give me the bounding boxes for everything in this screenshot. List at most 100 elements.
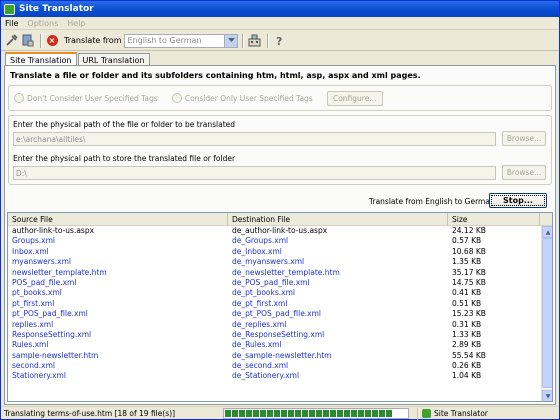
table-row[interactable]: second.xml de_second.xml 0.26 KB — [8, 361, 541, 371]
dest-path-label: Enter the physical path to store the tra… — [13, 154, 236, 163]
dest-browse-button[interactable]: Browse... — [502, 165, 546, 180]
column-header-destination[interactable]: Destination File — [228, 213, 448, 225]
radio-consider-only-tags[interactable]: Consider Only User Specified Tags — [171, 93, 313, 103]
table-row[interactable]: Stationery.xml de_Stationery.xml 1.04 KB — [8, 371, 541, 381]
tab-site-translation[interactable]: Site Translation — [5, 52, 77, 66]
table-row[interactable]: Inbox.xml de_Inbox.xml 10.68 KB — [8, 247, 541, 257]
column-header-source[interactable]: Source File — [8, 213, 228, 225]
source-file-cell: Stationery.xml — [12, 371, 66, 381]
source-path-input[interactable]: e:\archana\alltiles\ — [13, 132, 496, 146]
progress-block — [386, 410, 392, 417]
progress-block — [295, 410, 301, 417]
progress-block — [351, 410, 357, 417]
language-pair-select[interactable]: English to German — [124, 33, 239, 48]
radio-consider-only-label: Consider Only User Specified Tags — [184, 93, 313, 103]
source-file-cell: author-link-to-us.aspx — [12, 226, 95, 235]
source-file-cell: Rules.xml — [12, 340, 49, 350]
vertical-scrollbar[interactable]: ▲ ▼ — [541, 226, 552, 401]
menu-file[interactable]: File — [5, 19, 18, 28]
menu-options[interactable]: Options — [27, 19, 58, 28]
svg-text:?: ? — [276, 35, 282, 47]
size-cell: 55.54 KB — [452, 350, 486, 360]
stop-icon[interactable]: × — [45, 34, 59, 48]
table-row[interactable]: sample-newsletter.htm de_sample-newslette… — [8, 351, 541, 361]
size-cell: 0.26 KB — [452, 361, 482, 371]
table-row[interactable]: pt_POS_pad_file.xml de_pt_POS_pad_file.xm… — [8, 309, 541, 319]
progress-block — [372, 410, 378, 417]
table-row[interactable]: newsletter_template.htm de_newsletter_tem… — [8, 268, 541, 278]
app-icon — [4, 3, 15, 15]
size-cell: 1.04 KB — [452, 371, 482, 381]
toolbar-separator — [40, 33, 41, 48]
app-icon — [422, 409, 431, 418]
status-bar: Translating terms-of-use.htm [18 of 19 f… — [1, 406, 559, 420]
progress-block — [225, 410, 231, 417]
stop-button[interactable]: Stop... — [489, 193, 547, 208]
destination-file-cell: de_Groups.xml — [232, 236, 289, 246]
status-app-name: Site Translator — [434, 409, 488, 418]
radio-dont-consider-label: Don't Consider User Specified Tags — [27, 93, 158, 103]
scroll-up-icon[interactable]: ▲ — [542, 226, 552, 238]
paths-group: Enter the physical path of the file or f… — [8, 115, 552, 185]
destination-file-cell: de_ResponseSetting.xml — [232, 329, 325, 339]
column-header-size[interactable]: Size — [448, 213, 540, 225]
destination-file-cell: de_pt_first.xml — [232, 298, 288, 308]
progress-block — [323, 410, 329, 417]
progress-block — [344, 410, 350, 417]
tools-icon[interactable] — [4, 34, 18, 48]
source-browse-button[interactable]: Browse... — [502, 131, 546, 146]
size-cell: 24.12 KB — [452, 226, 486, 235]
dest-path-input[interactable]: D:\ — [13, 166, 496, 180]
progress-block — [246, 410, 252, 417]
progress-block — [337, 410, 343, 417]
table-row[interactable]: myanswers.xml de_myanswers.xml 1.35 KB — [8, 257, 541, 267]
table-row[interactable]: replies.xml de_replies.xml 0.31 KB — [8, 320, 541, 330]
source-file-cell: POS_pad_file.xml — [12, 277, 77, 287]
tag-options-group: Don't Consider User Specified Tags Consi… — [8, 85, 552, 111]
size-cell: 0.57 KB — [452, 236, 482, 246]
help-icon[interactable]: ? — [272, 34, 286, 48]
window-title: Site Translator — [19, 4, 94, 14]
destination-file-cell: de_POS_pad_file.xml — [232, 277, 310, 287]
table-row[interactable]: POS_pad_file.xml de_POS_pad_file.xml 14.75… — [8, 278, 541, 288]
table-row[interactable]: pt_books.xml de_pt_books.xml 0.41 KB — [8, 288, 541, 298]
toolbar-separator — [267, 33, 269, 48]
chevron-down-icon[interactable] — [224, 34, 238, 47]
destination-file-cell: de_myanswers.xml — [232, 257, 305, 267]
size-cell: 1.33 KB — [452, 329, 482, 339]
destination-file-cell: de_pt_books.xml — [232, 288, 295, 298]
destination-file-cell: de_Rules.xml — [232, 340, 282, 350]
document-icon[interactable] — [20, 34, 34, 48]
radio-circle-icon — [14, 93, 24, 103]
table-header: Source File Destination File Size — [8, 213, 552, 226]
source-file-cell: newsletter_template.htm — [12, 267, 107, 277]
scrollbar-thumb[interactable] — [542, 238, 552, 388]
progress-block — [267, 410, 273, 417]
table-row[interactable]: Rules.xml de_Rules.xml 2.89 KB — [8, 340, 541, 350]
network-icon[interactable] — [247, 34, 261, 48]
status-text: Translating terms-of-use.htm [18 of 19 f… — [4, 409, 176, 418]
destination-file-cell: de_replies.xml — [232, 319, 287, 329]
destination-file-cell: de_sample-newsletter.htm — [232, 350, 332, 360]
configure-button[interactable]: Configure... — [326, 90, 383, 106]
panel-headline: Translate a file or folder and its subfo… — [10, 71, 421, 80]
table-row[interactable]: Groups.xml de_Groups.xml 0.57 KB — [8, 236, 541, 246]
scroll-down-icon[interactable]: ▼ — [542, 390, 552, 401]
destination-file-cell: de_pt_POS_pad_file.xml — [232, 309, 322, 319]
menu-help[interactable]: Help — [67, 19, 85, 28]
progress-block — [365, 410, 371, 417]
source-file-cell: second.xml — [12, 361, 55, 371]
source-file-cell: replies.xml — [12, 319, 54, 329]
progress-block — [274, 410, 280, 417]
progress-block — [309, 410, 315, 417]
language-pair-value: English to German — [127, 36, 202, 45]
title-bar[interactable]: Site Translator — [1, 1, 559, 17]
destination-file-cell: de_author-link-to-us.aspx — [232, 226, 328, 235]
size-cell: 0.51 KB — [452, 298, 482, 308]
radio-dont-consider-tags[interactable]: Don't Consider User Specified Tags — [14, 93, 158, 103]
table-row[interactable]: ResponseSetting.xml de_ResponseSetting.xm… — [8, 330, 541, 340]
table-row[interactable]: author-link-to-us.aspx de_author-link-to-… — [8, 226, 541, 236]
toolbar: × Translate from English to German ? — [1, 31, 559, 51]
table-row[interactable]: pt_first.xml de_pt_first.xml 0.51 KB — [8, 299, 541, 309]
size-cell: 35.17 KB — [452, 267, 486, 277]
